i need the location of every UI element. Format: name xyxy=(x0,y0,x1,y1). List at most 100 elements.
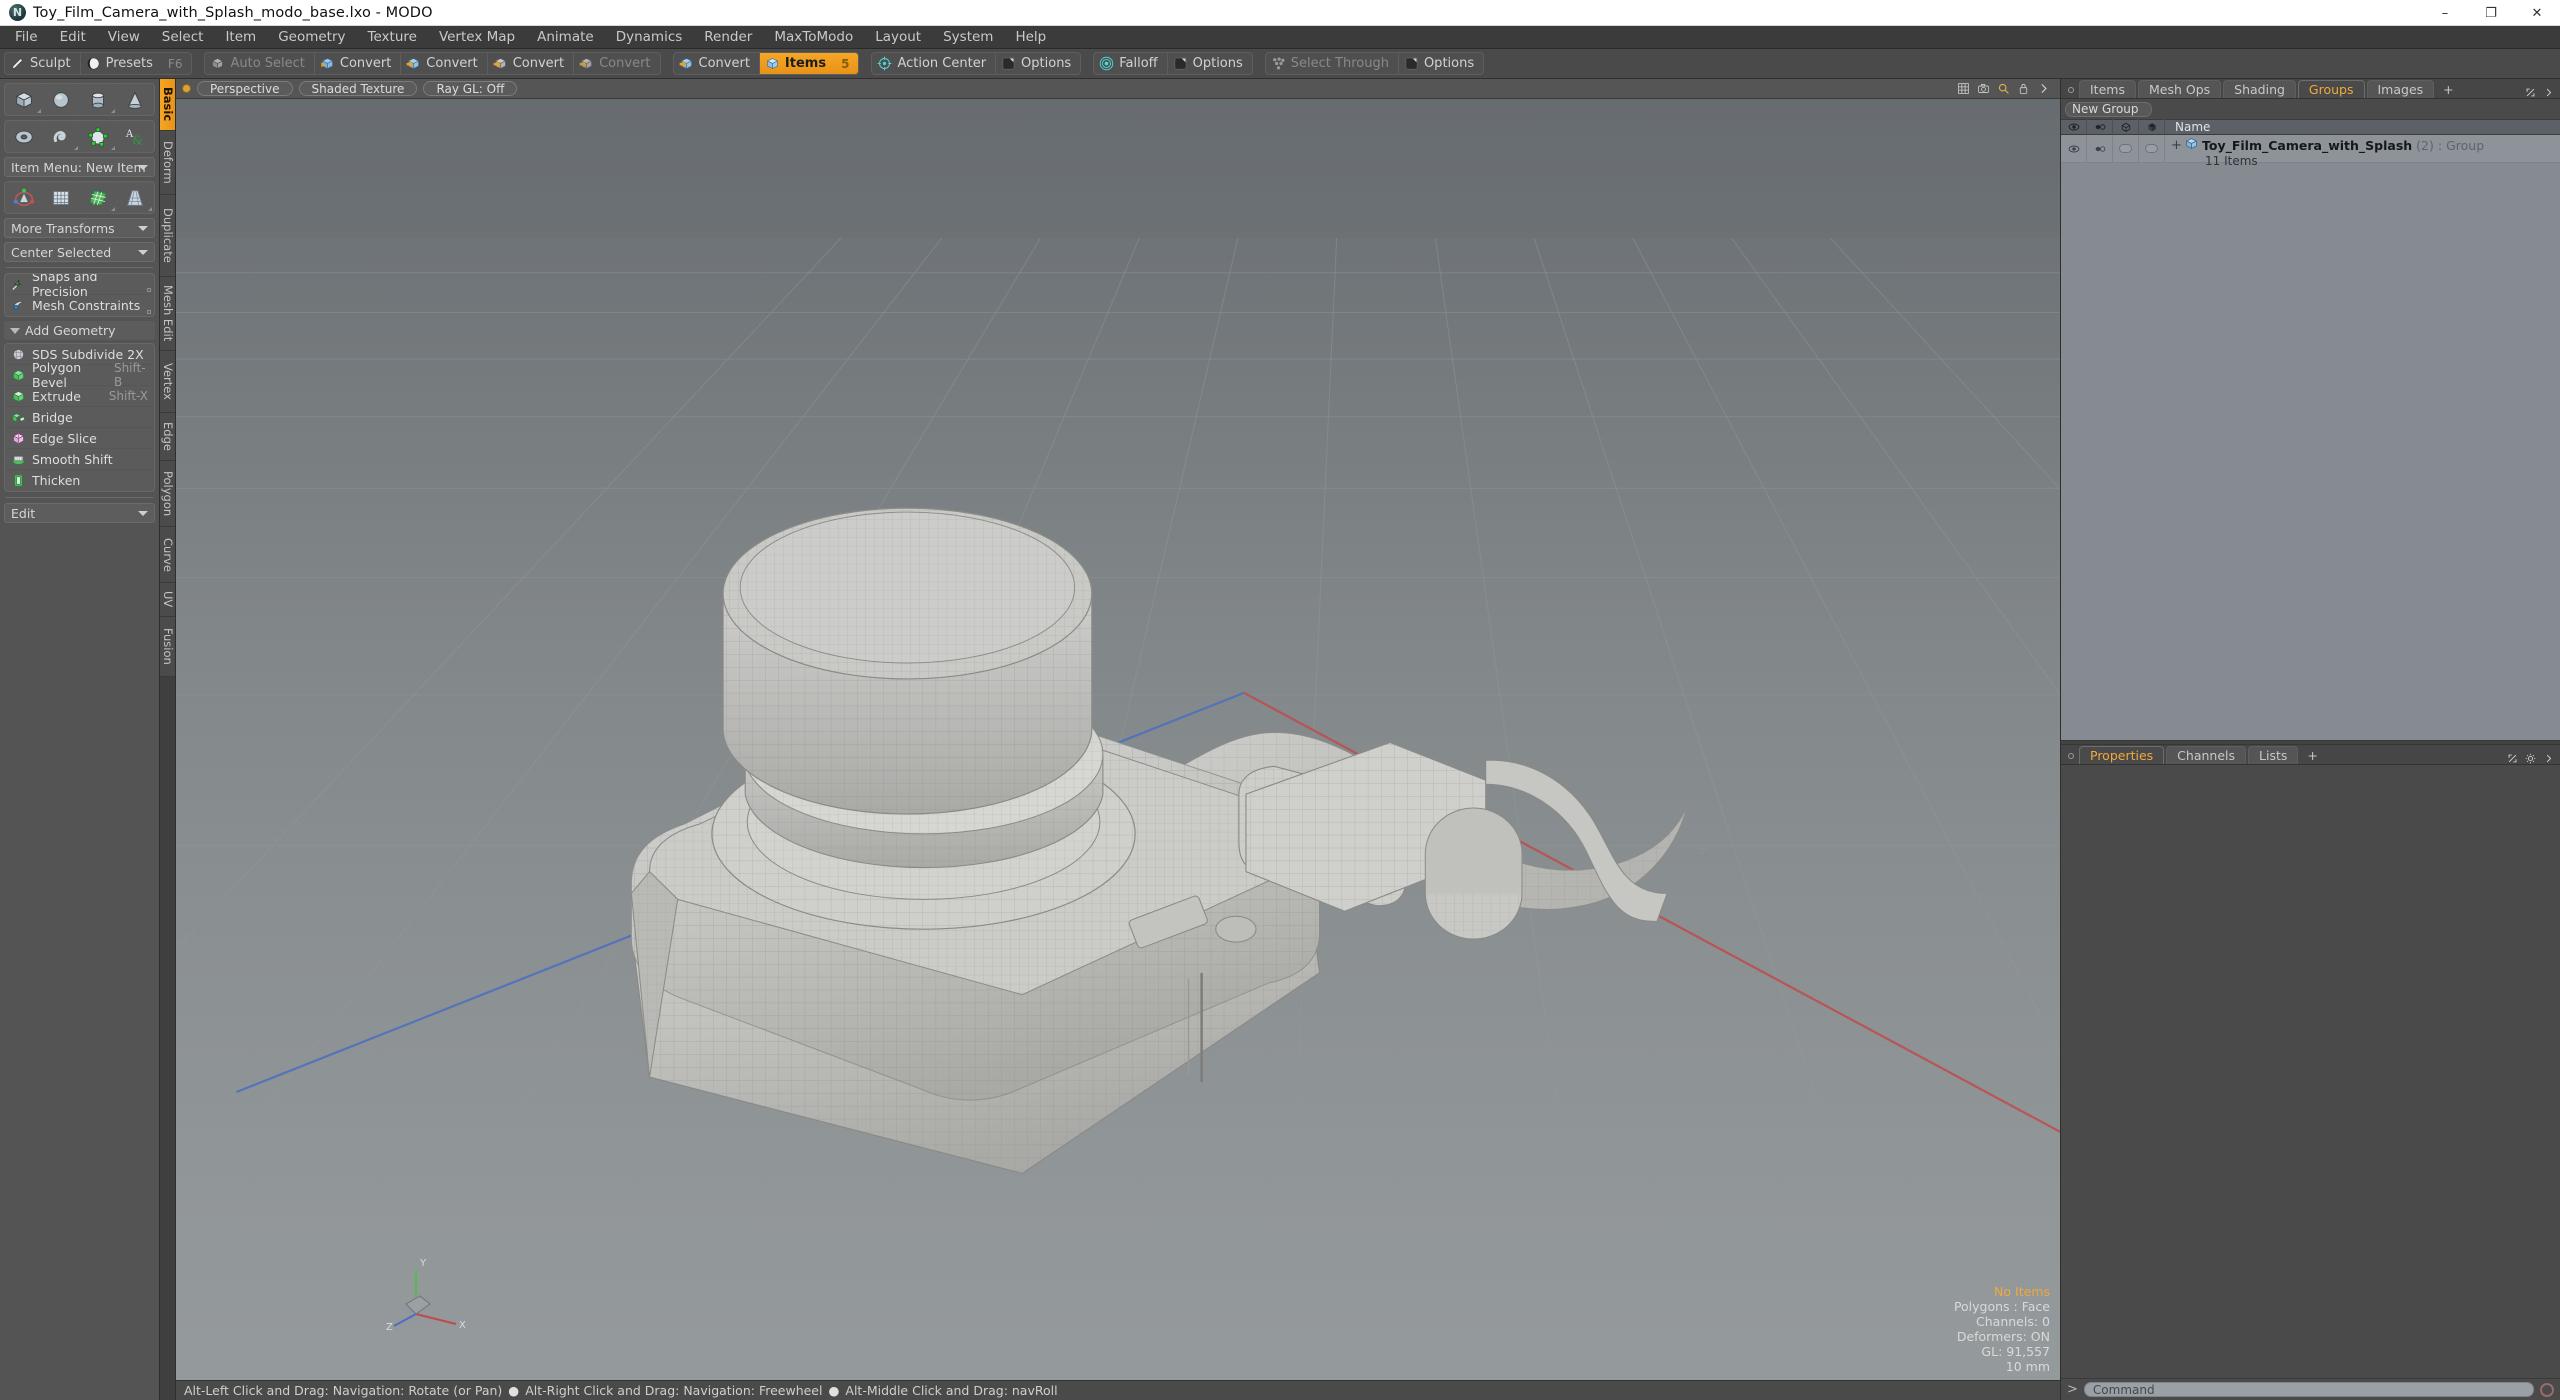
toolbar-button-falloff-40[interactable]: Falloff xyxy=(1094,53,1168,74)
toolbar-button-convert-11[interactable]: Convert xyxy=(315,53,402,74)
viewport-projection-pill[interactable]: Perspective xyxy=(197,81,293,96)
cylinder-primitive-icon[interactable] xyxy=(80,85,116,114)
viewport-menu-dot-icon[interactable] xyxy=(182,84,191,93)
left-tab-fusion[interactable]: Fusion xyxy=(160,617,175,677)
transform-gizmo-icon[interactable] xyxy=(6,183,42,212)
right-tab-mesh-ops[interactable]: Mesh Ops xyxy=(2137,80,2222,98)
toolbar-button-select-through-50[interactable]: Select Through xyxy=(1266,53,1399,74)
mesh-constraints-row[interactable]: Mesh Constraints xyxy=(5,295,154,316)
left-tab-edge[interactable]: Edge xyxy=(160,413,175,461)
menu-help[interactable]: Help xyxy=(1004,27,1057,47)
menu-texture[interactable]: Texture xyxy=(357,27,428,47)
tree-row[interactable]: + Toy_Film_Camera_with_Splash (2): Group 11… xyxy=(2061,135,2560,168)
viewport-raygl-pill[interactable]: Ray GL: Off xyxy=(423,81,518,96)
column-solid-display[interactable] xyxy=(2139,119,2165,135)
center-selected-dropdown[interactable]: Center Selected xyxy=(4,242,155,262)
command-input[interactable]: Command xyxy=(2083,1382,2534,1397)
menu-maxtomodo[interactable]: MaxToModo xyxy=(763,27,864,47)
right-tab-shading[interactable]: Shading xyxy=(2223,80,2296,98)
menu-geometry[interactable]: Geometry xyxy=(267,27,356,47)
grid-icon[interactable] xyxy=(1957,82,1970,95)
toolbar-button-convert-14[interactable]: Convert xyxy=(574,53,659,74)
menu-view[interactable]: View xyxy=(97,27,151,47)
viewport-3d[interactable]: Y X Z No Items Polygons : Face Channels:… xyxy=(176,99,2060,1380)
expand-icon[interactable] xyxy=(2507,753,2518,764)
right-tab-add[interactable]: + xyxy=(2436,80,2460,98)
text-tool-icon[interactable]: A & xyxy=(117,122,153,151)
bend-mesh-icon[interactable] xyxy=(43,183,79,212)
toolbar-button-convert-13[interactable]: Convert xyxy=(488,53,575,74)
toolbar-button-presets-01[interactable]: Presets F6 xyxy=(81,53,192,74)
column-visibility[interactable] xyxy=(2061,119,2087,135)
lock-icon[interactable] xyxy=(2017,82,2030,95)
left-tab-curve[interactable]: Curve xyxy=(160,527,175,583)
geometry-tool-polygon-bevel[interactable]: Polygon Bevel Shift-B xyxy=(5,360,154,390)
tree-expander[interactable]: + xyxy=(2171,138,2182,153)
column-wire-display[interactable] xyxy=(2113,119,2139,135)
menu-file[interactable]: File xyxy=(4,27,49,47)
toolbar-button-sculpt-00[interactable]: Sculpt xyxy=(5,53,81,74)
chevron-right-icon[interactable] xyxy=(2543,753,2554,764)
menu-system[interactable]: System xyxy=(932,27,1004,47)
group-tree-body[interactable]: + Toy_Film_Camera_with_Splash (2): Group 11… xyxy=(2061,135,2560,740)
command-record-icon[interactable] xyxy=(2540,1382,2554,1397)
menu-layout[interactable]: Layout xyxy=(864,27,932,47)
geometry-tool-thicken[interactable]: Thicken xyxy=(5,470,154,491)
menu-render[interactable]: Render xyxy=(693,27,763,47)
toolbar-button-auto-select-10[interactable]: Auto Select xyxy=(205,53,315,74)
geometry-tool-smooth-shift[interactable]: Smooth Shift xyxy=(5,449,154,470)
more-transforms-dropdown[interactable]: More Transforms xyxy=(4,218,155,238)
toolbar-button-items-21[interactable]: Items 5 xyxy=(759,53,859,74)
minimize-button[interactable]: – xyxy=(2422,0,2468,26)
geometry-tool-edge-slice[interactable]: Edge Slice xyxy=(5,428,154,449)
left-tab-polygon[interactable]: Polygon xyxy=(160,461,175,527)
gear-icon[interactable] xyxy=(2525,753,2536,764)
panel-menu-dot-icon-2[interactable] xyxy=(2065,748,2077,764)
chevron-right-icon[interactable] xyxy=(2037,82,2050,95)
close-button[interactable]: ✕ xyxy=(2514,0,2560,26)
left-tab-uv[interactable]: UV xyxy=(160,583,175,617)
geometry-tool-extrude[interactable]: Extrude Shift-X xyxy=(5,386,154,407)
toolbar-button-convert-20[interactable]: Convert xyxy=(674,53,760,74)
menu-animate[interactable]: Animate xyxy=(526,27,605,47)
toolbar-button-options-41[interactable]: Options xyxy=(1168,53,1252,74)
right-tab-groups[interactable]: Groups xyxy=(2297,80,2365,98)
left-tab-mesh-edit[interactable]: Mesh Edit xyxy=(160,277,175,351)
panel-menu-dot-icon[interactable] xyxy=(2065,82,2077,98)
cone-primitive-icon[interactable] xyxy=(117,85,153,114)
taper-mesh-icon[interactable] xyxy=(117,183,153,212)
left-tab-basic[interactable]: Basic xyxy=(160,79,175,131)
spiral-primitive-icon[interactable] xyxy=(43,122,79,151)
column-render-visibility[interactable] xyxy=(2087,119,2113,135)
left-tab-vertex[interactable]: Vertex xyxy=(160,351,175,413)
add-geometry-section-header[interactable]: Add Geometry xyxy=(4,321,155,340)
left-tab-deform[interactable]: Deform xyxy=(160,131,175,195)
toolbar-button-action-center-30[interactable]: Action Center xyxy=(872,53,997,74)
snaps-and-precision-row[interactable]: Snaps and Precision xyxy=(5,274,154,299)
right-tab-items[interactable]: Items xyxy=(2079,80,2136,98)
properties-tab-add[interactable]: + xyxy=(2300,746,2324,764)
menu-select[interactable]: Select xyxy=(151,27,215,47)
right-tab-images[interactable]: Images xyxy=(2366,80,2435,98)
shear-mesh-icon[interactable] xyxy=(80,183,116,212)
left-tab-duplicate[interactable]: Duplicate xyxy=(160,195,175,277)
new-group-button[interactable]: New Group xyxy=(2065,101,2152,117)
chevron-right-icon[interactable] xyxy=(2543,87,2554,98)
menu-item[interactable]: Item xyxy=(214,27,267,47)
properties-tab-properties[interactable]: Properties xyxy=(2079,746,2165,764)
torus-primitive-icon[interactable] xyxy=(6,122,42,151)
cube-primitive-icon[interactable] xyxy=(6,85,42,114)
toolbar-button-convert-12[interactable]: Convert xyxy=(401,53,488,74)
toolbar-button-options-31[interactable]: Options xyxy=(996,53,1080,74)
menu-edit[interactable]: Edit xyxy=(49,27,97,47)
row-solid-toggle[interactable] xyxy=(2139,135,2165,162)
row-wire-toggle[interactable] xyxy=(2113,135,2139,162)
row-visibility-toggle[interactable] xyxy=(2061,135,2087,162)
item-menu-dropdown[interactable]: Item Menu: New Item xyxy=(4,157,155,177)
properties-tab-channels[interactable]: Channels xyxy=(2166,746,2247,764)
edit-dropdown[interactable]: Edit xyxy=(4,503,155,523)
row-render-toggle[interactable] xyxy=(2087,135,2113,162)
polygon-pen-icon[interactable] xyxy=(80,122,116,151)
expand-icon[interactable] xyxy=(2525,87,2536,98)
search-icon[interactable] xyxy=(1997,82,2010,95)
